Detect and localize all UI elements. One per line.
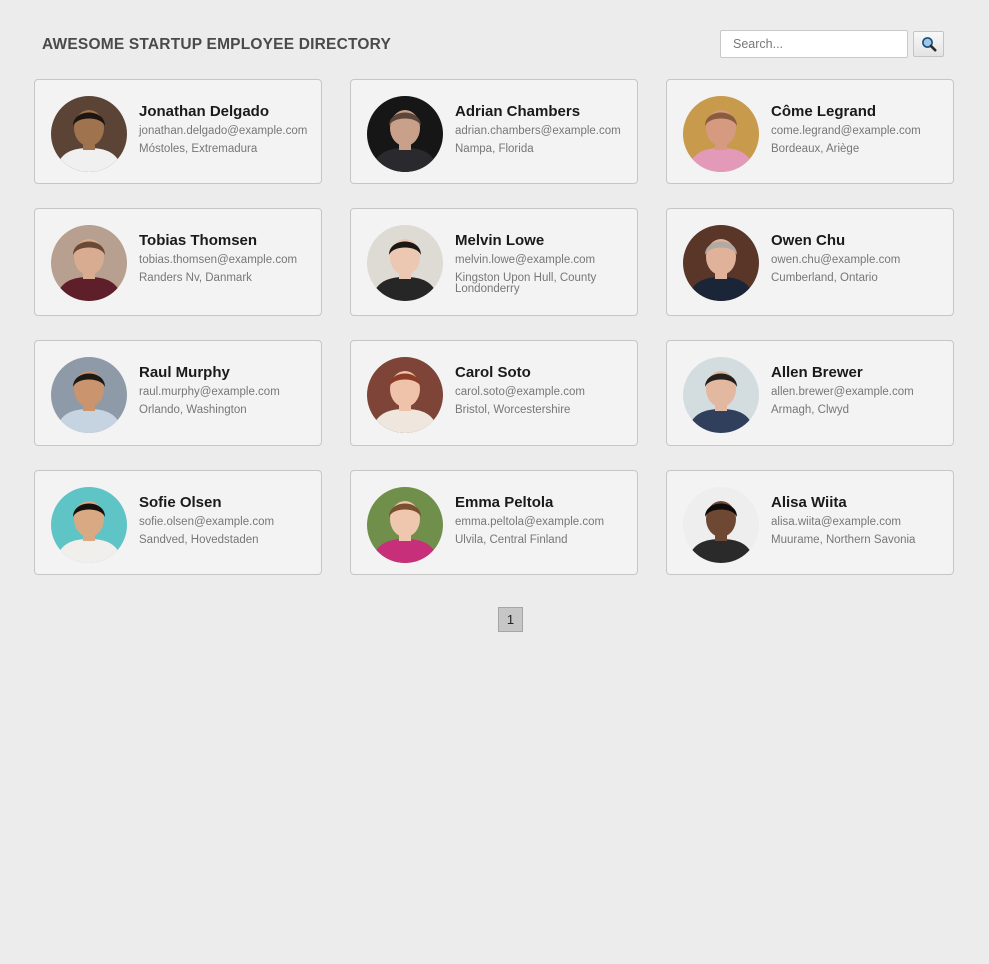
employee-card[interactable]: Emma Peltola emma.peltola@example.com Ulvi… (350, 470, 638, 575)
employee-info: Raul Murphy raul.murphy@example.com Orland… (139, 364, 315, 416)
employee-name: Côme Legrand (771, 103, 877, 120)
avatar (683, 225, 759, 301)
avatar (51, 96, 127, 172)
employee-location: Bordeaux, Ariège (771, 143, 860, 155)
employee-info: Emma Peltola emma.peltola@example.com Ulvi… (455, 494, 631, 546)
employee-card[interactable]: Melvin Lowe melvin.lowe@example.com Kingst… (350, 208, 638, 316)
avatar-photo (683, 487, 759, 563)
avatar (367, 357, 443, 433)
employee-location: Muurame, Northern Savonia (771, 534, 916, 546)
employee-name: Owen Chu (771, 232, 846, 249)
avatar (367, 487, 443, 563)
employee-location: Armagh, Clwyd (771, 404, 849, 416)
employee-info: Allen Brewer allen.brewer@example.com Arma… (771, 364, 947, 416)
avatar-photo (683, 225, 759, 301)
avatar (51, 487, 127, 563)
avatar (683, 487, 759, 563)
employee-name: Adrian Chambers (455, 103, 581, 120)
employee-email: owen.chu@example.com (771, 254, 901, 266)
employee-card[interactable]: Côme Legrand come.legrand@example.com Bord… (666, 79, 954, 184)
avatar-photo (683, 96, 759, 172)
magnifying-glass-icon (921, 37, 936, 52)
employee-info: Owen Chu owen.chu@example.com Cumberland, … (771, 232, 947, 284)
avatar-photo (683, 357, 759, 433)
employee-card[interactable]: Tobias Thomsen tobias.thomsen@example.com… (34, 208, 322, 316)
employee-location: Orlando, Washington (139, 404, 247, 416)
avatar-photo (51, 357, 127, 433)
employee-email: carol.soto@example.com (455, 386, 585, 398)
employee-email: tobias.thomsen@example.com (139, 254, 298, 266)
employee-info: Alisa Wiita alisa.wiita@example.com Muuram… (771, 494, 947, 546)
employee-name: Emma Peltola (455, 494, 554, 511)
employee-card[interactable]: Sofie Olsen sofie.olsen@example.com Sandve… (34, 470, 322, 575)
employee-location: Cumberland, Ontario (771, 272, 878, 284)
employee-name: Tobias Thomsen (139, 232, 258, 249)
avatar-photo (367, 96, 443, 172)
pagination-page-1[interactable]: 1 (498, 607, 523, 632)
employee-card[interactable]: Raul Murphy raul.murphy@example.com Orland… (34, 340, 322, 446)
avatar-photo (367, 357, 443, 433)
employee-card[interactable]: Allen Brewer allen.brewer@example.com Arma… (666, 340, 954, 446)
avatar-photo (51, 225, 127, 301)
employee-info: Carol Soto carol.soto@example.com Bristol,… (455, 364, 631, 416)
employee-email: raul.murphy@example.com (139, 386, 280, 398)
employee-info: Sofie Olsen sofie.olsen@example.com Sandve… (139, 494, 315, 546)
employee-email: come.legrand@example.com (771, 125, 921, 137)
avatar (367, 96, 443, 172)
employee-location: Nampa, Florida (455, 143, 534, 155)
employee-email: jonathan.delgado@example.com (139, 125, 308, 137)
employee-info: Melvin Lowe melvin.lowe@example.com Kingst… (455, 232, 631, 295)
avatar-photo (367, 225, 443, 301)
employee-email: emma.peltola@example.com (455, 516, 605, 528)
employee-info: Côme Legrand come.legrand@example.com Bord… (771, 103, 947, 155)
employee-info: Adrian Chambers adrian.chambers@example.c… (455, 103, 631, 155)
employee-card[interactable]: Adrian Chambers adrian.chambers@example.c… (350, 79, 638, 184)
employee-name: Jonathan Delgado (139, 103, 270, 120)
page-title: AWESOME STARTUP EMPLOYEE DIRECTORY (42, 36, 391, 53)
search-input[interactable] (720, 30, 908, 58)
employee-email: sofie.olsen@example.com (139, 516, 275, 528)
employee-email: allen.brewer@example.com (771, 386, 914, 398)
avatar (367, 225, 443, 301)
employee-location: Ulvila, Central Finland (455, 534, 568, 546)
employee-name: Carol Soto (455, 364, 531, 381)
employee-info: Jonathan Delgado jonathan.delgado@example… (139, 103, 315, 155)
avatar (683, 96, 759, 172)
employee-card[interactable]: Carol Soto carol.soto@example.com Bristol,… (350, 340, 638, 446)
employee-name: Allen Brewer (771, 364, 863, 381)
employee-email: alisa.wiita@example.com (771, 516, 901, 528)
employee-card[interactable]: Jonathan Delgado jonathan.delgado@example… (34, 79, 322, 184)
avatar (51, 357, 127, 433)
employee-location: Móstoles, Extremadura (139, 143, 258, 155)
employee-name: Raul Murphy (139, 364, 230, 381)
employee-info: Tobias Thomsen tobias.thomsen@example.com… (139, 232, 315, 284)
search-bar (720, 30, 944, 58)
employee-card[interactable]: Alisa Wiita alisa.wiita@example.com Muuram… (666, 470, 954, 575)
avatar (51, 225, 127, 301)
employee-email: adrian.chambers@example.com (455, 125, 621, 137)
employee-name: Sofie Olsen (139, 494, 222, 511)
employee-location: Sandved, Hovedstaden (139, 534, 259, 546)
avatar-photo (367, 487, 443, 563)
employee-card[interactable]: Owen Chu owen.chu@example.com Cumberland, … (666, 208, 954, 316)
avatar-photo (51, 487, 127, 563)
employee-location: Randers Nv, Danmark (139, 272, 252, 284)
employee-email: melvin.lowe@example.com (455, 254, 596, 266)
employee-name: Alisa Wiita (771, 494, 847, 511)
employee-location: Bristol, Worcestershire (455, 404, 571, 416)
employee-name: Melvin Lowe (455, 232, 545, 249)
avatar (683, 357, 759, 433)
avatar-photo (51, 96, 127, 172)
employee-location: Kingston Upon Hull, County Londonderry (455, 272, 597, 295)
search-button[interactable] (913, 31, 944, 57)
